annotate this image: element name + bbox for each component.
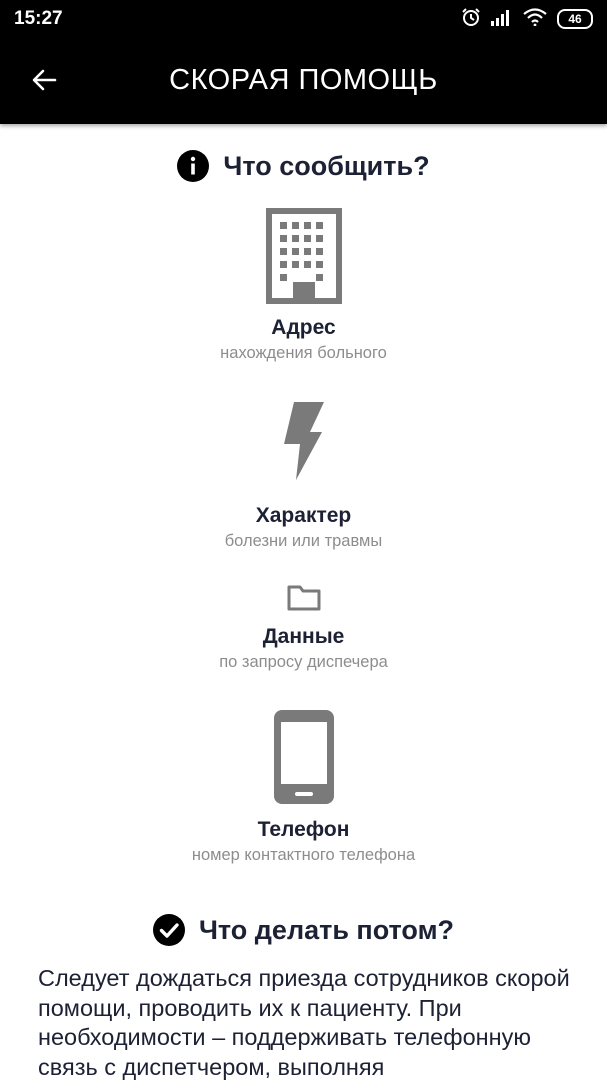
info-icon [177, 150, 210, 182]
section-what-to-report: Что сообщить? [0, 150, 607, 182]
battery-icon: 46 [557, 9, 593, 29]
phone-icon [0, 710, 607, 804]
section-what-next: Что делать потом? [0, 914, 607, 946]
section-title-report: Что сообщить? [223, 150, 430, 181]
status-bar: 15:27 46 [0, 0, 607, 38]
item-subtitle: нахождения больного [220, 344, 387, 362]
item-subtitle: болезни или травмы [224, 532, 383, 550]
section-title-next: Что делать потом? [198, 914, 455, 945]
alarm-icon [461, 7, 481, 32]
page-title: СКОРАЯ ПОМОЩЬ [169, 64, 438, 96]
check-circle-icon [152, 914, 185, 946]
lightning-icon [0, 400, 607, 482]
list-item-address: Адрес нахождения больного [0, 208, 607, 363]
item-title: Данные [262, 625, 345, 648]
signal-icon [491, 8, 513, 31]
status-time: 15:27 [14, 8, 63, 29]
folder-icon [0, 583, 607, 611]
list-item-phone: Телефон номер контактного телефона [0, 710, 607, 865]
instructions-text: Следует дождаться приезда сотрудников ск… [38, 965, 570, 1080]
item-subtitle: по запросу диспечера [219, 653, 388, 671]
item-title: Телефон [257, 818, 350, 841]
item-subtitle: номер контактного телефона [191, 846, 416, 864]
list-item-data: Данные по запросу диспечера [0, 583, 607, 672]
status-icons: 46 [461, 7, 593, 32]
item-title: Адрес [271, 316, 336, 339]
building-icon [0, 208, 607, 304]
app-bar: СКОРАЯ ПОМОЩЬ [0, 38, 607, 124]
wifi-icon [523, 7, 547, 31]
list-item-character: Характер болезни или травмы [0, 400, 607, 551]
item-title: Характер [255, 504, 352, 527]
